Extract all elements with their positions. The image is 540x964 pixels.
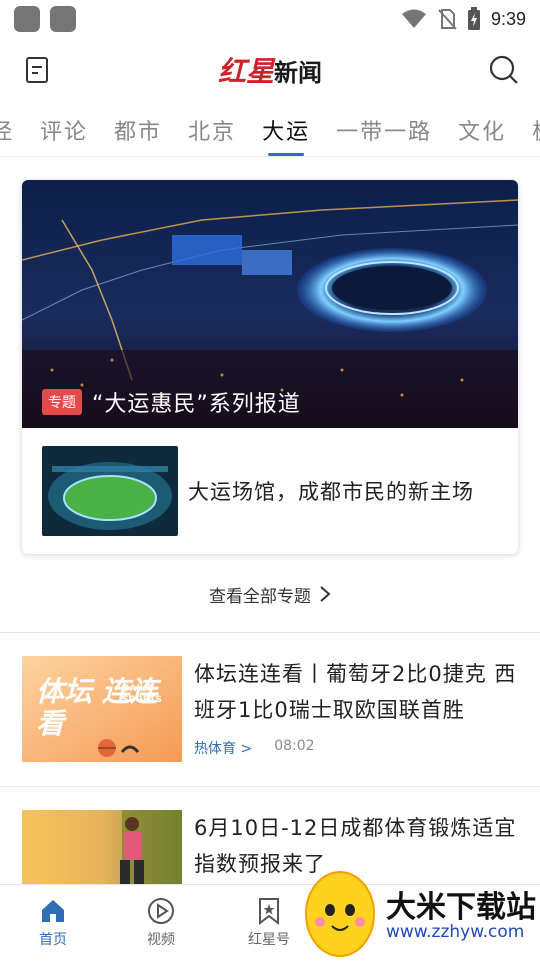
tab-item[interactable]: 北京 (188, 104, 236, 146)
notification-icon (50, 6, 76, 32)
section-divider (0, 632, 540, 633)
tabs-divider (0, 156, 540, 157)
topic-tag: 专题 (42, 389, 82, 415)
search-icon[interactable] (488, 54, 520, 86)
watermark: 大米下载站 www.zzhyw.com (296, 862, 540, 960)
wifi-icon (401, 9, 426, 28)
thumb-sub-text: DAILY SPORTS (122, 684, 162, 705)
logo-black-text: 新闻 (274, 58, 322, 87)
app-logo: 红星新闻 (218, 50, 322, 90)
battery-charging-icon (467, 7, 480, 30)
mascot-egg-icon (305, 871, 375, 957)
tab-item[interactable]: 文化 (458, 104, 506, 146)
stadium-thumbnail (42, 446, 178, 536)
status-time: 9:39 (490, 8, 526, 29)
list-divider (0, 786, 540, 787)
status-bar: 9:39 (0, 0, 540, 38)
nav-label: 首页 (39, 932, 67, 948)
sub-article-title: 大运场馆，成都市民的新主场 (188, 480, 474, 504)
chevron-right-icon (320, 586, 331, 602)
home-icon (42, 900, 64, 922)
news-time: 08:02 (274, 738, 315, 754)
tab-item[interactable]: 都市 (114, 104, 162, 146)
category-tabs: 经 评论 都市 北京 大运 一带一路 文化 极 (0, 104, 540, 156)
nav-item-home[interactable]: 首页 (8, 897, 98, 949)
notification-icon (14, 6, 40, 32)
nav-label: 视频 (147, 932, 175, 948)
app-header: 红星新闻 (0, 42, 540, 98)
tab-item[interactable]: 经 (0, 104, 14, 146)
watermark-url: www.zzhyw.com (386, 922, 525, 942)
sub-article[interactable]: 大运场馆，成都市民的新主场 (42, 446, 502, 536)
news-source[interactable]: 热体育 > (194, 738, 252, 758)
feature-caption: 专题 “大运惠民”系列报道 (42, 386, 301, 418)
tab-item-active[interactable]: 大运 (262, 104, 310, 156)
nav-item-video[interactable]: 视频 (116, 897, 206, 949)
feature-caption-text: “大运惠民”系列报道 (92, 392, 301, 417)
no-sim-icon (438, 9, 457, 30)
see-all-topics-link[interactable]: 查看全部专题 (0, 578, 540, 610)
logo-red-text: 红星 (217, 55, 274, 88)
watermark-title: 大米下载站 (386, 890, 536, 925)
news-list-item[interactable]: 体坛 连连看 DAILY SPORTS 体坛连连看丨葡萄牙2比0捷克 西班牙1比… (22, 656, 522, 766)
feature-card[interactable]: 专题 “大运惠民”系列报道 大运场馆，成都市民的新主场 (22, 180, 518, 554)
news-meta: 热体育 > 08:02 (194, 738, 315, 758)
tab-item[interactable]: 评论 (40, 104, 88, 146)
status-left-icons (14, 6, 76, 32)
nav-label: 红星号 (248, 932, 290, 948)
play-circle-icon (148, 898, 174, 924)
news-thumbnail: 体坛 连连看 DAILY SPORTS (22, 656, 182, 762)
news-title: 体坛连连看丨葡萄牙2比0捷克 西班牙1比0瑞士取欧国联首胜 (194, 662, 517, 722)
tab-item[interactable]: 极 (532, 104, 540, 146)
status-right: 9:39 (401, 7, 526, 31)
bookmark-star-icon (259, 898, 279, 925)
menu-icon[interactable] (24, 56, 50, 84)
tab-item[interactable]: 一带一路 (336, 104, 432, 146)
see-all-label: 查看全部专题 (209, 586, 311, 607)
